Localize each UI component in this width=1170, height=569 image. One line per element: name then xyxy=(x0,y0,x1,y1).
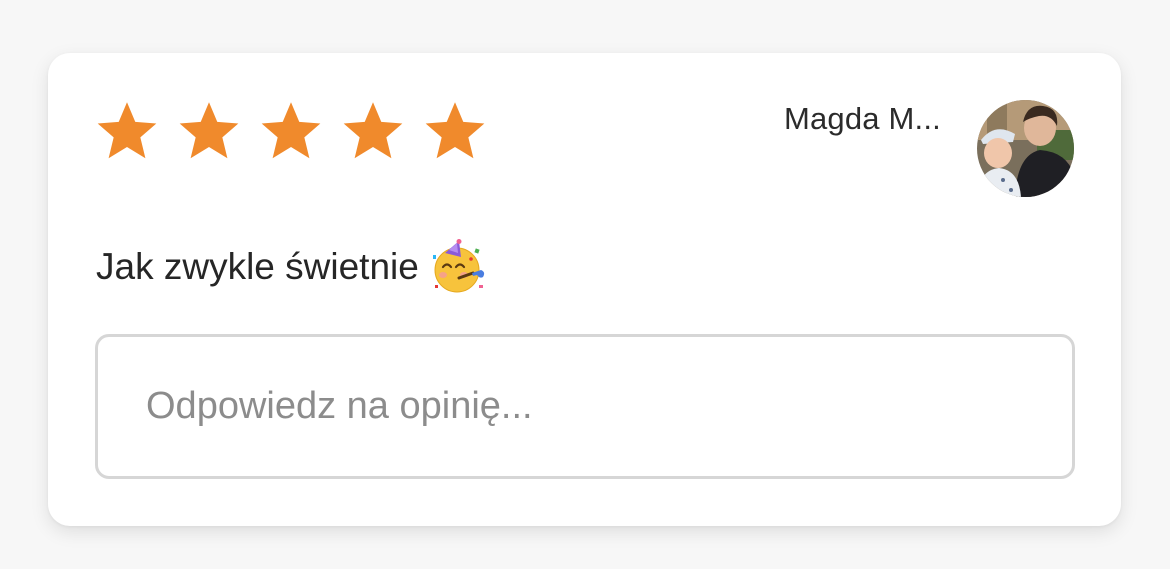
partying-face-icon xyxy=(432,239,484,293)
star-icon xyxy=(425,102,485,159)
star-icon xyxy=(179,102,239,159)
star-icon xyxy=(97,102,157,159)
review-text: Jak zwykle świetnie xyxy=(96,246,419,287)
avatar-photo-icon xyxy=(977,100,1074,197)
review-card: Magda M... Jak zwykle świetnie xyxy=(48,53,1121,526)
author-name: Magda M... xyxy=(783,101,941,136)
star-icon xyxy=(261,102,321,159)
reply-field-wrapper xyxy=(95,334,1075,479)
star-rating xyxy=(94,99,488,163)
star-icon xyxy=(343,102,403,159)
reply-input[interactable] xyxy=(98,337,1072,476)
review-text-row: Jak zwykle świetnie xyxy=(96,239,487,295)
author-avatar[interactable] xyxy=(977,100,1074,197)
